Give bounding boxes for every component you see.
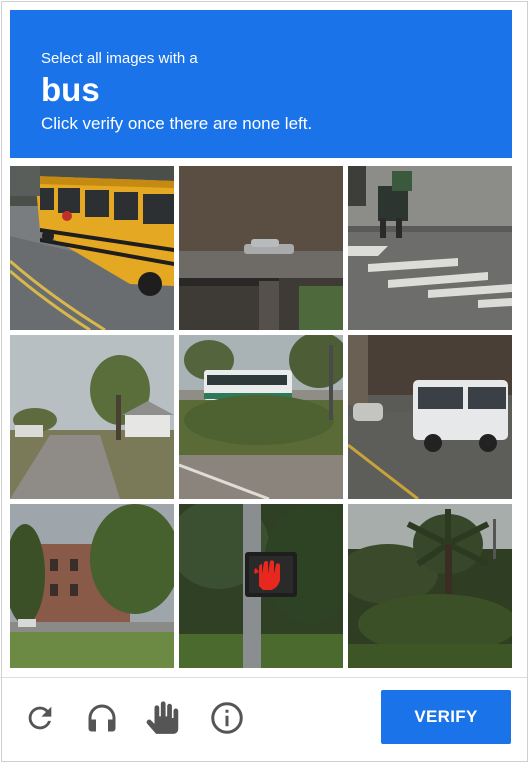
audio-headphones-icon[interactable] [82,698,122,738]
suburban-road-image [10,335,174,499]
grid-tile-7[interactable] [10,504,174,668]
hand-icon[interactable] [144,698,184,738]
instruction-text: Select all images with a [41,50,198,67]
grid-tile-1[interactable] [10,166,174,330]
grid-tile-9[interactable] [348,504,512,668]
brick-building-image [10,504,174,668]
palm-tree-image [348,504,512,668]
crosswalk-image [348,166,512,330]
grid-tile-3[interactable] [348,166,512,330]
grid-tile-6[interactable] [348,335,512,499]
shuttle-bus-image [348,335,512,499]
info-icon[interactable] [207,698,247,738]
hint-text: Click verify once there are none left. [41,114,313,133]
pedestrian-signal-image [179,504,343,668]
grid-tile-2[interactable] [179,166,343,330]
grid-tile-4[interactable] [10,335,174,499]
footer-divider [0,677,527,678]
transit-bus-image [179,335,343,499]
overpass-car-image [179,166,343,330]
target-object-label: bus [41,71,100,108]
grid-tile-8[interactable] [179,504,343,668]
captcha-header: Select all images with a bus Click verif… [10,10,512,158]
image-grid [10,166,512,668]
grid-tile-5[interactable] [179,335,343,499]
reload-icon[interactable] [20,698,60,738]
school-bus-image [10,166,174,330]
verify-button[interactable]: VERIFY [381,690,511,744]
